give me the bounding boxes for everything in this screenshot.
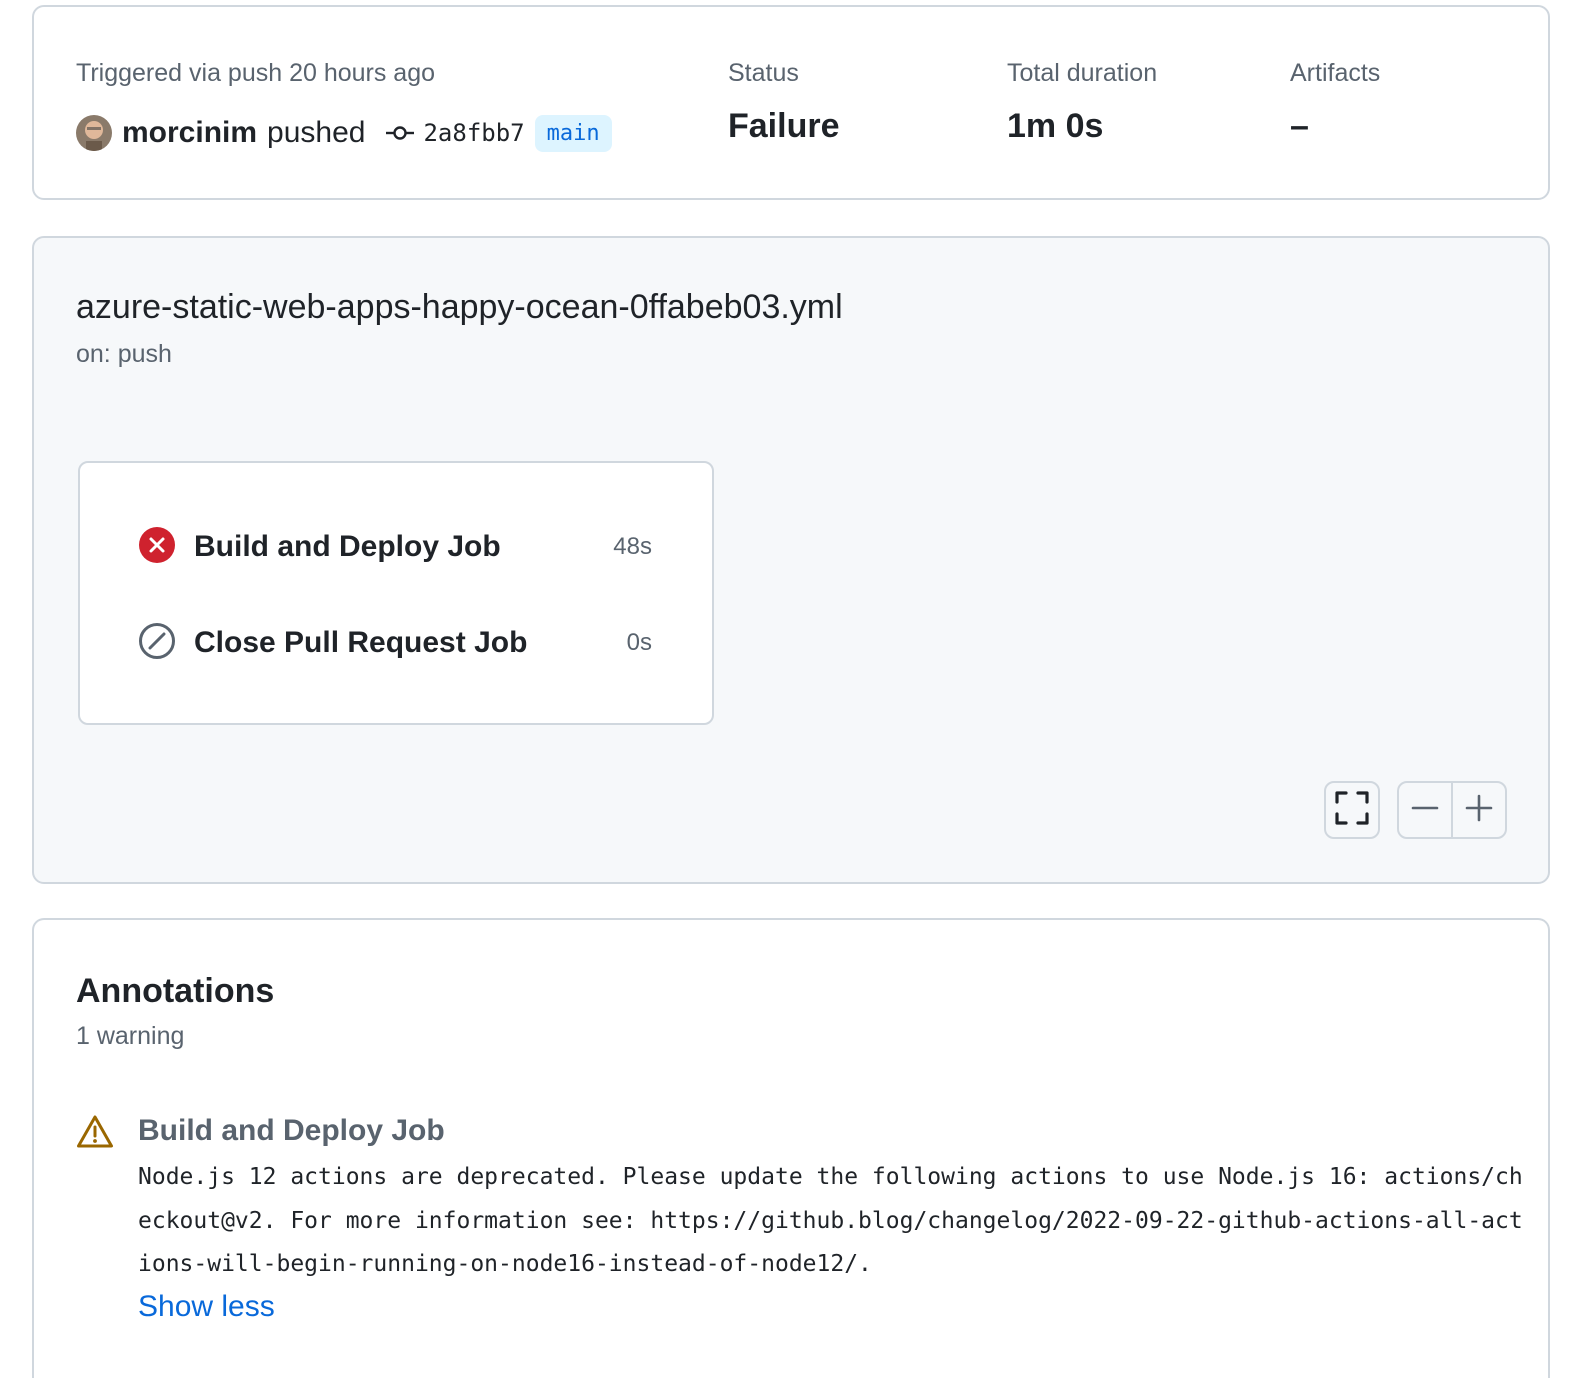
jobs-group: Build and Deploy Job 48s Close Pull Requ… bbox=[78, 461, 714, 725]
duration-value: 1m 0s bbox=[1007, 107, 1104, 145]
fullscreen-icon bbox=[1335, 790, 1369, 830]
job-duration: 0s bbox=[626, 629, 652, 656]
action-text: pushed bbox=[267, 116, 366, 149]
zoom-in-button[interactable] bbox=[1453, 783, 1505, 837]
commit-sha-link[interactable]: 2a8fbb7 bbox=[423, 119, 524, 147]
job-build-and-deploy[interactable]: Build and Deploy Job 48s bbox=[138, 525, 652, 569]
zoom-controls bbox=[1397, 781, 1507, 839]
zoom-out-icon bbox=[1411, 794, 1439, 827]
actor-link[interactable]: morcinim bbox=[122, 116, 257, 150]
artifacts-label: Artifacts bbox=[1290, 59, 1381, 87]
job-name: Close Pull Request Job bbox=[194, 626, 528, 659]
workflow-filename: azure-static-web-apps-happy-ocean-0ffabe… bbox=[76, 288, 843, 326]
annotations-card: Annotations 1 warning Build and Deploy J… bbox=[32, 918, 1550, 1378]
zoom-out-button[interactable] bbox=[1399, 783, 1451, 837]
x-circle-fill-icon bbox=[138, 526, 176, 569]
workflow-graph-card: azure-static-web-apps-happy-ocean-0ffabe… bbox=[32, 236, 1550, 884]
skip-icon bbox=[138, 622, 176, 665]
trigger-text: Triggered via push 20 hours ago bbox=[76, 59, 436, 87]
annotations-title: Annotations bbox=[76, 972, 275, 1010]
alert-icon bbox=[76, 1114, 114, 1155]
job-close-pull-request[interactable]: Close Pull Request Job 0s bbox=[138, 621, 652, 665]
push-info: morcinim pushed 2a8fbb7 main bbox=[76, 111, 612, 155]
show-less-button[interactable]: Show less bbox=[138, 1290, 275, 1324]
annotation-message: Node.js 12 actions are deprecated. Pleas… bbox=[138, 1164, 1523, 1277]
run-summary-card: Triggered via push 20 hours ago morcinim… bbox=[32, 5, 1550, 200]
zoom-in-icon bbox=[1465, 794, 1493, 827]
annotations-count: 1 warning bbox=[76, 1022, 185, 1050]
duration-label: Total duration bbox=[1007, 59, 1158, 87]
avatar[interactable] bbox=[76, 115, 112, 151]
job-name: Build and Deploy Job bbox=[194, 530, 501, 563]
fullscreen-button[interactable] bbox=[1324, 781, 1380, 839]
git-commit-icon bbox=[385, 123, 415, 143]
status-value: Failure bbox=[728, 107, 840, 145]
branch-badge[interactable]: main bbox=[534, 114, 612, 152]
workflow-trigger: on: push bbox=[76, 340, 172, 368]
status-label: Status bbox=[728, 59, 799, 87]
annotation-job-link[interactable]: Build and Deploy Job bbox=[138, 1114, 445, 1148]
job-duration: 48s bbox=[613, 533, 652, 560]
artifacts-value: – bbox=[1290, 107, 1309, 145]
